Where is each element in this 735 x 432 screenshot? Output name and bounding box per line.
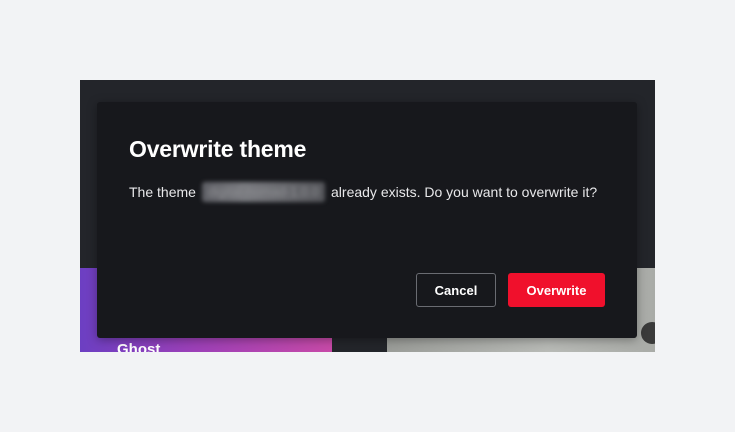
message-prefix: The theme <box>129 184 200 200</box>
theme-card-label: Ghost <box>117 341 161 352</box>
overwrite-theme-dialog: Overwrite theme The theme digital-nomad-… <box>97 102 637 338</box>
preview-shape <box>641 322 655 344</box>
theme-name-redacted: digital-nomad-1.0.0 <box>201 182 326 203</box>
dialog-message: The theme digital-nomad-1.0.0 already ex… <box>129 181 599 204</box>
cancel-button[interactable]: Cancel <box>416 273 496 307</box>
overwrite-button[interactable]: Overwrite <box>508 273 605 307</box>
dialog-title: Overwrite theme <box>129 136 307 162</box>
message-suffix: already exists. Do you want to overwrite… <box>327 184 598 200</box>
